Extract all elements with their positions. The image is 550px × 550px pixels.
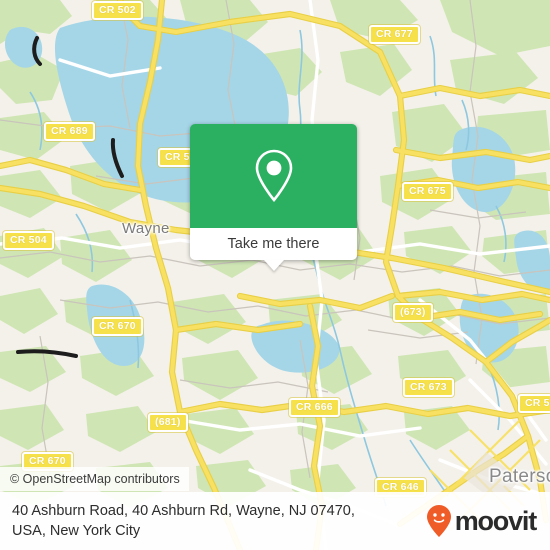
city-label-wayne: Wayne [122,220,170,237]
map-screenshot: Wayne Paterson CR 502 CR 677 CR 689 CR 5… [0,0,550,550]
road-shield: CR 50 [518,394,550,413]
address-line-2: USA, New York City [12,523,141,539]
road-shield: CR 675 [402,182,453,201]
road-shield: CR 504 [3,231,54,250]
address-line-1: 40 Ashburn Road, 40 Ashburn Rd, Wayne, N… [12,503,355,519]
road-shield: (681) [148,413,188,432]
road-shield: CR 689 [44,122,95,141]
osm-attribution-text: © OpenStreetMap contributors [10,472,180,486]
road-shield: CR 666 [289,398,340,417]
road-shield: CR 670 [92,317,143,336]
map-pin-icon [255,149,292,203]
take-me-there-button[interactable]: Take me there [190,228,357,260]
road-shield: CR 677 [369,25,420,44]
road-shield: CR 673 [403,378,454,397]
popup-icon-area [190,124,357,228]
moovit-wordmark: moovit [454,505,538,536]
city-label-paterson: Paterson [489,466,550,487]
location-popup-card[interactable]: Take me there [190,124,357,271]
moovit-pin-icon [426,505,451,537]
road-shield: (673) [393,303,433,322]
road-shield: CR 502 [92,1,143,20]
take-me-there-label: Take me there [227,236,320,252]
address-text: 40 Ashburn Road, 40 Ashburn Rd, Wayne, N… [12,501,355,541]
popup-pointer-tail [263,260,284,271]
osm-attribution[interactable]: © OpenStreetMap contributors [0,467,189,491]
moovit-logo[interactable]: moovit [426,504,538,538]
bottom-info-bar: 40 Ashburn Road, 40 Ashburn Rd, Wayne, N… [0,492,550,550]
